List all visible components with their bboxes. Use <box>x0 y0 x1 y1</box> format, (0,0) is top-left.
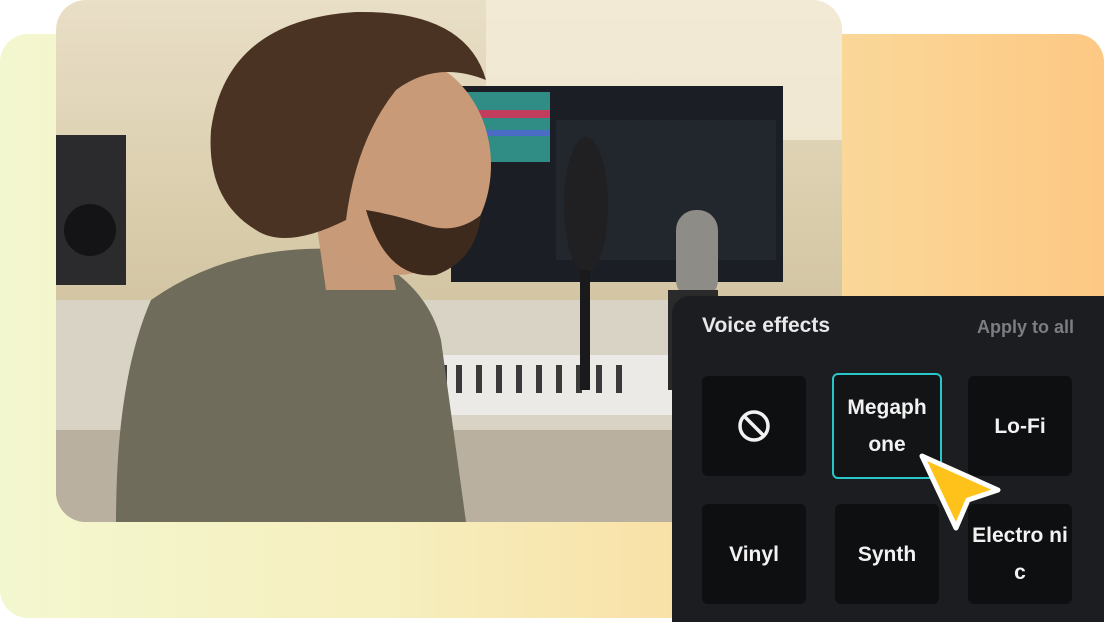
panel-title: Voice effects <box>702 314 830 337</box>
effect-tile-vinyl[interactable]: Vinyl <box>702 504 806 604</box>
effect-label: Synth <box>857 542 917 566</box>
none-icon <box>738 410 770 442</box>
effect-label: Vinyl <box>729 542 779 566</box>
effect-tile-none[interactable] <box>702 376 806 476</box>
effect-label: Lo-Fi <box>994 414 1046 438</box>
apply-to-all-button[interactable]: Apply to all <box>977 317 1074 338</box>
pointer-cursor-icon <box>919 453 1001 531</box>
